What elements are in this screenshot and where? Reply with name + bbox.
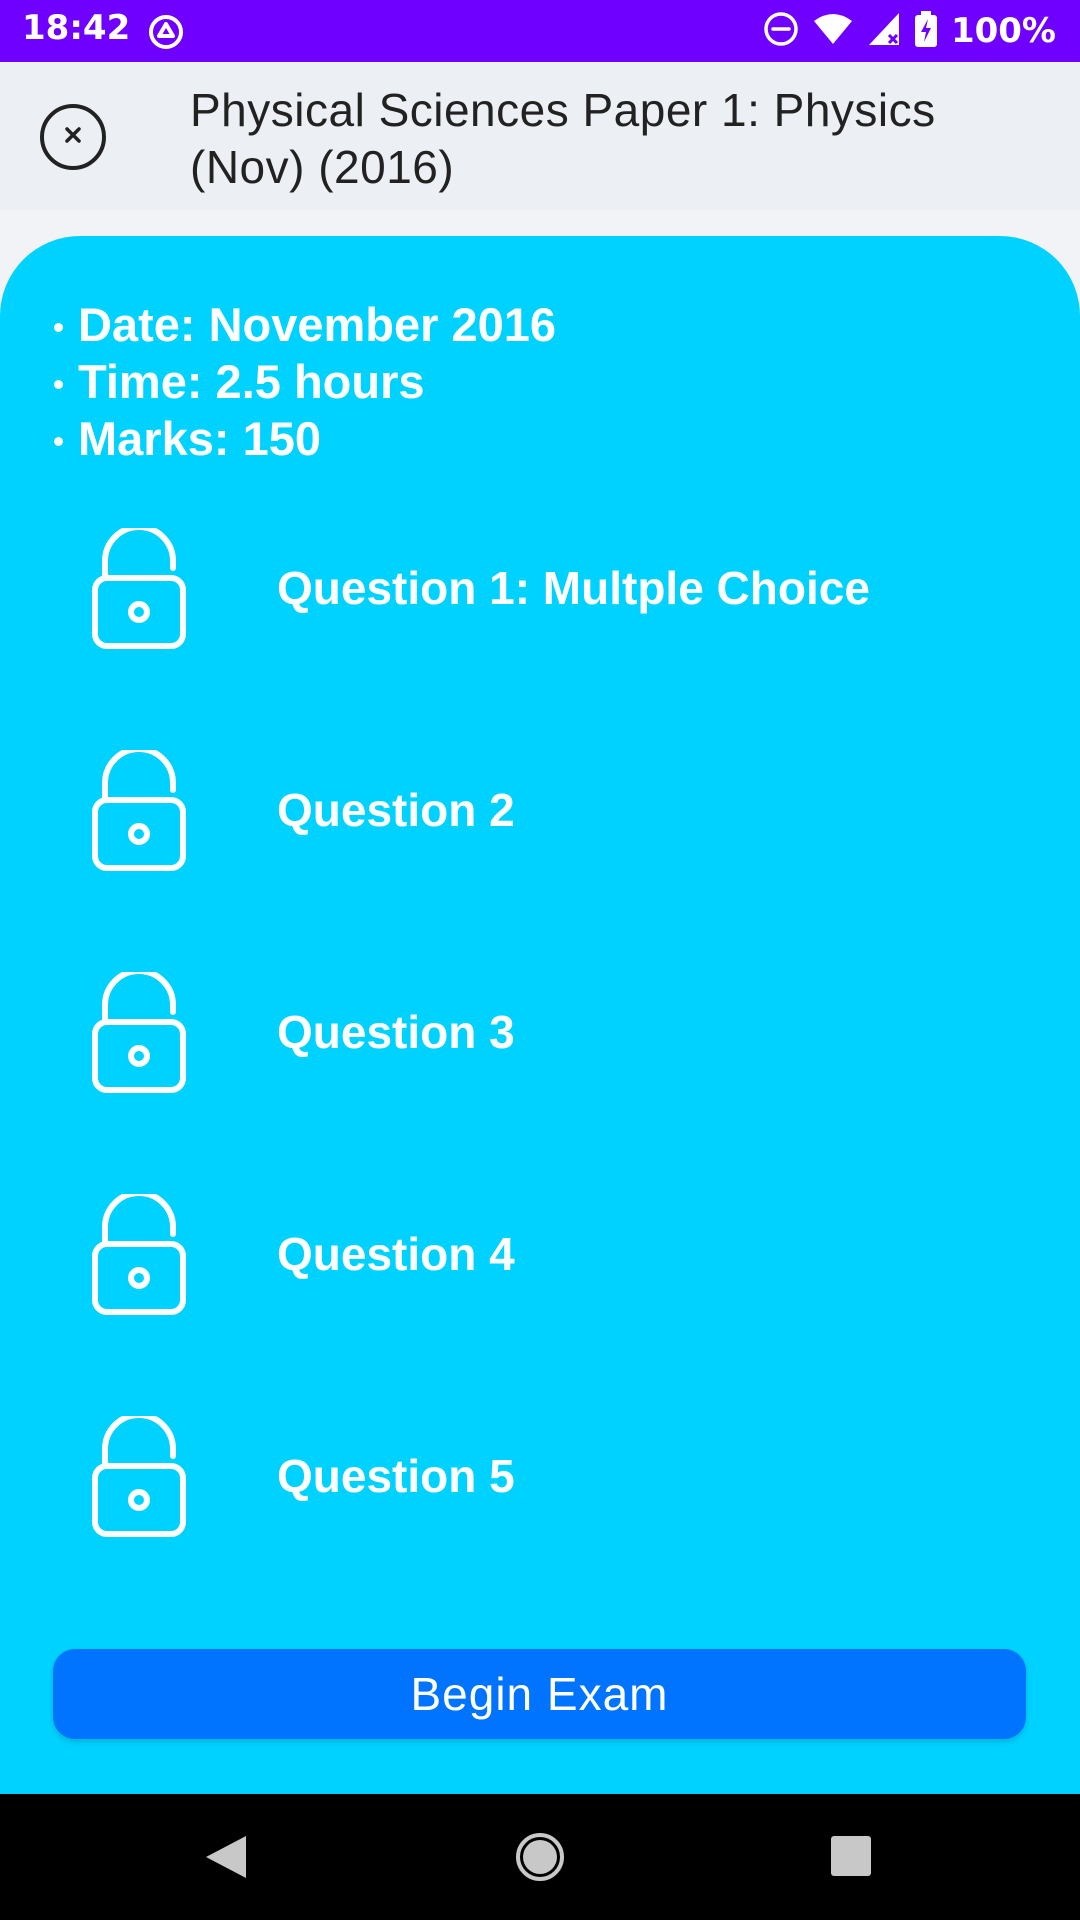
question-list: Question 1: Multple Choice Question 2 Qu…	[0, 524, 1080, 1638]
battery-charging-icon	[914, 10, 951, 52]
page-title: Physical Sciences Paper 1: Physics (Nov)…	[190, 84, 936, 193]
close-button[interactable]	[40, 104, 106, 170]
question-label: Question 2	[277, 784, 515, 836]
do-not-disturb-icon	[763, 11, 813, 52]
navigation-bar	[0, 1794, 1080, 1920]
unlocked-padlock-icon	[92, 1412, 186, 1543]
question-item-5[interactable]: Question 5	[0, 1412, 1080, 1638]
begin-exam-button[interactable]: Begin Exam	[53, 1649, 1026, 1739]
back-icon[interactable]	[204, 1834, 248, 1885]
close-icon	[61, 123, 85, 152]
wifi-icon	[813, 12, 867, 51]
question-label: Question 5	[277, 1450, 515, 1502]
question-item-2[interactable]: Question 2	[0, 746, 1080, 972]
cell-signal-icon	[867, 11, 915, 52]
recents-icon[interactable]	[831, 1836, 871, 1881]
home-icon[interactable]	[515, 1832, 565, 1887]
question-item-1[interactable]: Question 1: Multple Choice	[0, 524, 1080, 750]
header: Physical Sciences Paper 1: Physics (Nov)…	[0, 62, 1080, 210]
unlocked-padlock-icon	[92, 524, 186, 655]
question-label: Question 4	[277, 1228, 515, 1280]
status-bar: 18:42 100%	[0, 0, 1080, 62]
app-notification-icon	[146, 12, 186, 57]
question-item-3[interactable]: Question 3	[0, 968, 1080, 1194]
question-item-4[interactable]: Question 4	[0, 1190, 1080, 1416]
status-right-cluster: 100%	[763, 8, 1056, 54]
exam-info-list: Date: November 2016 Time: 2.5 hours Mark…	[52, 296, 556, 467]
unlocked-padlock-icon	[92, 968, 186, 1099]
exam-card: Date: November 2016 Time: 2.5 hours Mark…	[0, 236, 1080, 1794]
battery-percent: 100%	[950, 11, 1056, 51]
exam-date: Date: November 2016	[52, 296, 556, 353]
exam-duration: Time: 2.5 hours	[52, 353, 556, 410]
status-time: 18:42	[22, 8, 131, 48]
exam-marks: Marks: 150	[52, 410, 556, 467]
unlocked-padlock-icon	[92, 746, 186, 877]
question-label: Question 3	[277, 1006, 515, 1058]
unlocked-padlock-icon	[92, 1190, 186, 1321]
question-label: Question 1: Multple Choice	[277, 562, 870, 614]
